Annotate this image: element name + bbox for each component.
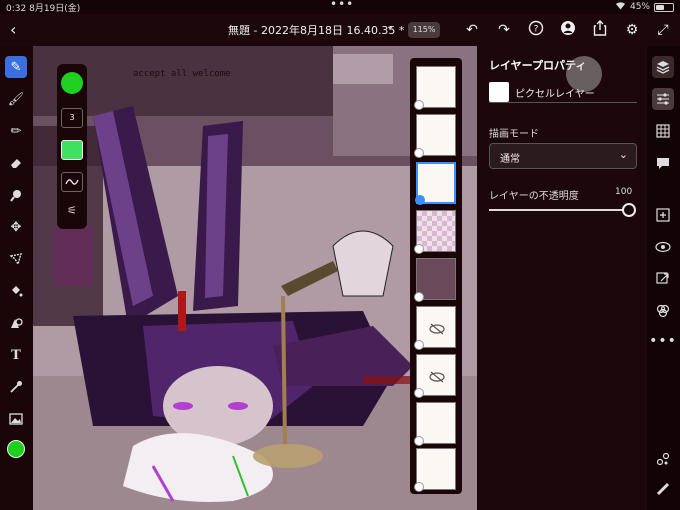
undo-icon[interactable]: ↶ xyxy=(462,20,482,40)
pencil-icon[interactable]: ✏ xyxy=(5,120,27,142)
blend-mode-select[interactable]: 通常 ⌄ xyxy=(489,143,637,169)
help-icon[interactable]: ? xyxy=(526,20,546,40)
brush-preview[interactable] xyxy=(61,72,83,94)
layer-thumb-6[interactable] xyxy=(414,306,456,350)
left-toolbar: ✎ 🖌 ✏ ✥ T xyxy=(0,46,33,510)
lasso-icon[interactable] xyxy=(5,248,27,270)
eyedropper-icon[interactable] xyxy=(5,376,27,398)
layer-visibility-icon[interactable] xyxy=(415,195,425,205)
comment-icon[interactable] xyxy=(652,152,674,174)
opacity-slider-knob[interactable] xyxy=(622,203,636,217)
document-top-bar: ‹ 無題 - 2022年8月18日 16.40.35 * ⌄ 115% ↶ ↷ … xyxy=(0,14,680,46)
smudge-icon[interactable] xyxy=(5,184,27,206)
eraser-icon[interactable] xyxy=(5,152,27,174)
fill-icon[interactable] xyxy=(5,280,27,302)
layer-properties-panel: レイヤープロパティ ピクセルレイヤー 描画モード 通常 ⌄ レイヤーの不透明度 … xyxy=(477,46,647,510)
layer-visibility-icon[interactable] xyxy=(414,244,424,254)
layer-thumb-7[interactable] xyxy=(414,354,456,398)
ruler-icon[interactable] xyxy=(652,478,674,500)
stroke-icon[interactable] xyxy=(61,172,83,192)
brush-color-swatch[interactable] xyxy=(61,140,83,160)
blend-mode-value: 通常 xyxy=(500,154,520,165)
layer-thumb-2[interactable] xyxy=(414,114,456,158)
status-time: 0:32 8月19日(金) xyxy=(6,4,81,14)
add-layer-icon[interactable] xyxy=(652,204,674,226)
chevron-down-icon: ⌄ xyxy=(618,148,628,161)
chevron-down-icon[interactable]: ⌄ xyxy=(386,21,394,32)
layer-visibility-icon[interactable] xyxy=(414,482,424,492)
brush-size[interactable]: 3 xyxy=(61,108,83,128)
blend-mode-label: 描画モード xyxy=(489,129,539,140)
opacity-label: レイヤーの不透明度 xyxy=(489,191,579,202)
document-title[interactable]: 無題 - 2022年8月18日 16.40.35 * xyxy=(228,22,404,38)
wifi-icon xyxy=(615,1,626,13)
battery-icon xyxy=(654,2,674,12)
right-icon-bar: ••• xyxy=(647,46,680,510)
brush-settings-icon[interactable]: ⚟ xyxy=(61,204,83,220)
gear-icon[interactable]: ⚙ xyxy=(622,20,642,40)
hidden-eye-icon xyxy=(429,320,445,339)
multitasking-dots[interactable]: ••• xyxy=(330,0,354,11)
sliders-icon[interactable] xyxy=(652,88,674,110)
more-icon[interactable]: ••• xyxy=(649,330,676,352)
current-color-swatch[interactable] xyxy=(7,440,25,458)
layer-visibility-icon[interactable] xyxy=(414,388,424,398)
brush-icon[interactable]: ✎ xyxy=(5,56,27,78)
zoom-level[interactable]: 115% xyxy=(408,22,440,38)
battery-percent: 45% xyxy=(629,2,650,12)
layer-thumbnail xyxy=(489,82,509,102)
image-icon[interactable] xyxy=(5,408,27,430)
layer-strip xyxy=(410,58,462,494)
back-icon[interactable]: ‹ xyxy=(10,20,16,39)
wall-text: accept all welcome xyxy=(133,69,231,79)
shape-icon[interactable] xyxy=(5,312,27,334)
grid-icon[interactable] xyxy=(652,120,674,142)
layer-visibility-icon[interactable] xyxy=(414,340,424,350)
hidden-eye-icon xyxy=(429,368,445,387)
layer-name-field[interactable]: ピクセルレイヤー xyxy=(515,85,595,100)
settings-nodes-icon[interactable] xyxy=(652,448,674,470)
status-bar: 0:32 8月19日(金) ••• 45% xyxy=(0,0,680,14)
paintbrush-icon[interactable]: 🖌 xyxy=(5,88,27,110)
opacity-slider-track[interactable] xyxy=(489,209,627,211)
layer-visibility-icon[interactable] xyxy=(414,148,424,158)
layer-thumb-5[interactable] xyxy=(414,258,456,302)
redo-icon[interactable]: ↷ xyxy=(494,20,514,40)
layers-icon[interactable] xyxy=(652,56,674,78)
layer-thumb-4[interactable] xyxy=(414,210,456,254)
layer-thumb-8[interactable] xyxy=(414,402,456,446)
divider xyxy=(489,102,637,103)
layer-thumb-9[interactable] xyxy=(414,448,456,492)
svg-text:?: ? xyxy=(534,25,539,35)
layer-thumb-3[interactable] xyxy=(415,162,456,205)
opacity-value: 100 xyxy=(615,187,633,197)
fullscreen-icon[interactable]: ⤢ xyxy=(653,20,673,40)
account-icon[interactable] xyxy=(558,20,578,40)
export-icon[interactable] xyxy=(652,268,674,290)
status-right: 45% xyxy=(615,1,674,13)
layer-visibility-icon[interactable] xyxy=(414,100,424,110)
share-icon[interactable] xyxy=(590,20,610,40)
text-icon[interactable]: T xyxy=(5,344,27,366)
layer-visibility-icon[interactable] xyxy=(414,292,424,302)
blend-icon[interactable] xyxy=(652,300,674,322)
move-icon[interactable]: ✥ xyxy=(5,216,27,238)
layer-thumb-1[interactable] xyxy=(414,66,456,110)
brush-panel: 3 ⚟ xyxy=(57,64,87,229)
eye-icon[interactable] xyxy=(652,236,674,258)
layer-visibility-icon[interactable] xyxy=(414,436,424,446)
